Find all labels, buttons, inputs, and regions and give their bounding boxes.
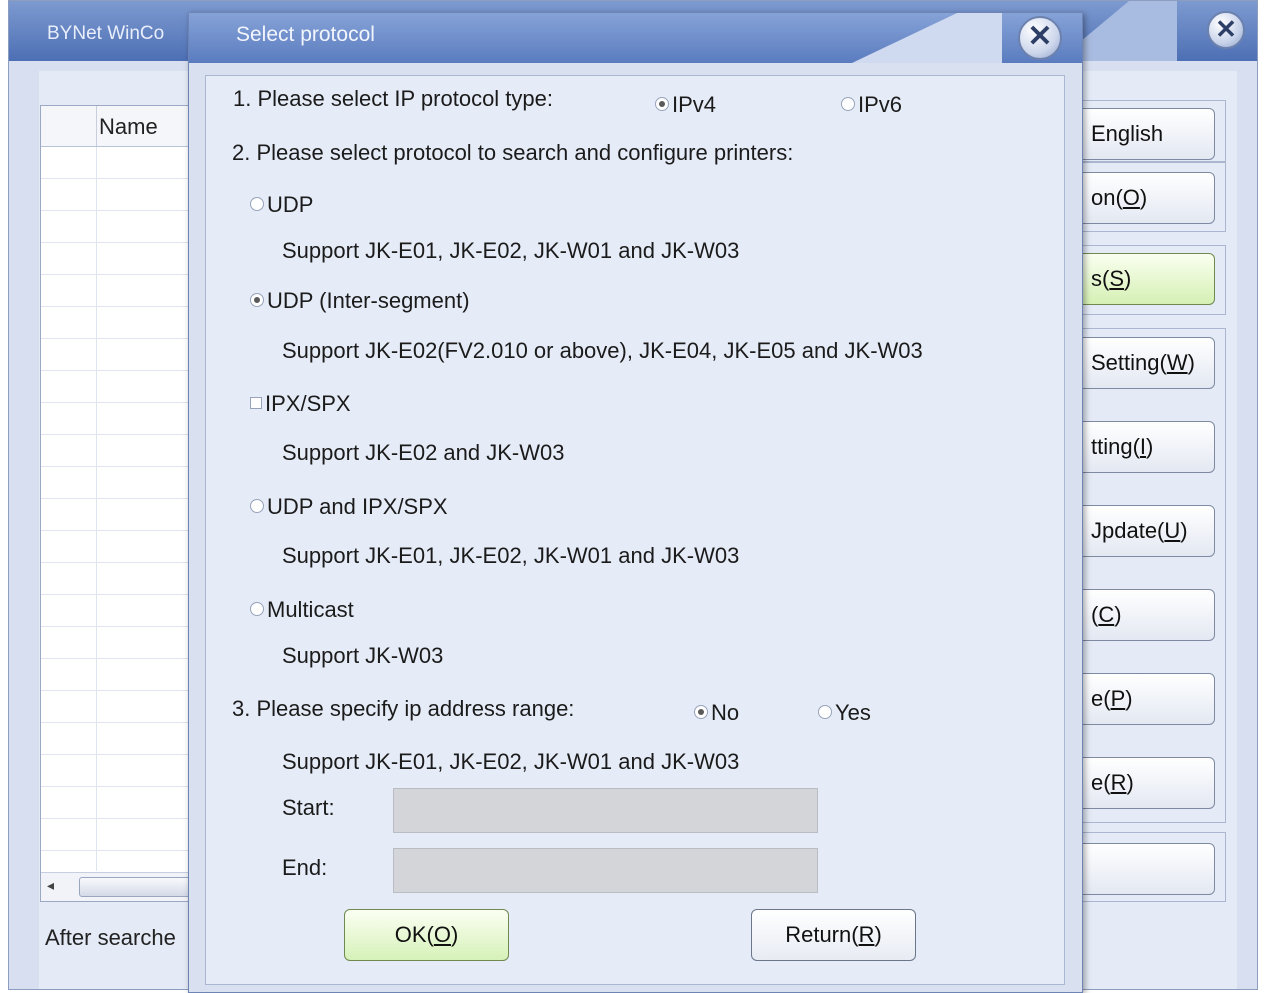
- multicast-radio[interactable]: Multicast: [250, 597, 354, 623]
- ipv6-radio[interactable]: IPv6: [841, 92, 902, 118]
- ok-button[interactable]: OK(O): [344, 909, 509, 961]
- column-header-name[interactable]: Name: [99, 114, 158, 140]
- side-group: [1062, 328, 1226, 823]
- scroll-thumb[interactable]: [79, 877, 191, 897]
- range-no-radio[interactable]: No: [694, 700, 739, 726]
- step2-label: 2. Please select protocol to search and …: [232, 140, 794, 165]
- side-button-wireless-setting[interactable]: Setting(W): [1070, 337, 1215, 389]
- ipx-spx-support-text: Support JK-E02 and JK-W03: [282, 440, 565, 465]
- list-header: Name: [41, 106, 196, 147]
- radio-selected-icon[interactable]: [655, 97, 669, 112]
- scroll-left-icon[interactable]: ◂: [47, 877, 54, 894]
- udp-inter-segment-radio[interactable]: UDP (Inter-segment): [250, 288, 470, 314]
- multicast-support-text: Support JK-W03: [282, 643, 444, 668]
- horizontal-scrollbar[interactable]: ◂: [41, 872, 196, 901]
- radio-icon[interactable]: [841, 97, 855, 112]
- end-label: End:: [282, 855, 328, 880]
- side-button-option[interactable]: on(O): [1070, 172, 1215, 224]
- printer-list[interactable]: Name ◂: [40, 105, 197, 902]
- side-button-p[interactable]: e(P): [1070, 673, 1215, 725]
- radio-selected-icon[interactable]: [250, 293, 264, 308]
- udp-inter-segment-support-text: Support JK-E02(FV2.010 or above), JK-E04…: [282, 338, 923, 363]
- step1-label: 1. Please select IP protocol type:: [233, 86, 553, 111]
- udp-and-ipx-radio[interactable]: UDP and IPX/SPX: [250, 494, 448, 520]
- list-rows: [41, 147, 196, 871]
- checkbox-icon[interactable]: [250, 397, 262, 410]
- range-support-text: Support JK-E01, JK-E02, JK-W01 and JK-W0…: [282, 749, 740, 774]
- side-button-ip-setting[interactable]: tting(I): [1070, 421, 1215, 473]
- step3-label: 3. Please specify ip address range:: [232, 696, 575, 721]
- side-button-update[interactable]: Jpdate(U): [1070, 505, 1215, 557]
- side-button-c[interactable]: (C): [1070, 589, 1215, 641]
- ipx-spx-checkbox[interactable]: IPX/SPX: [250, 391, 351, 417]
- side-button-r[interactable]: e(R): [1070, 757, 1215, 809]
- range-yes-radio[interactable]: Yes: [818, 700, 871, 726]
- udp-support-text: Support JK-E01, JK-E02, JK-W01 and JK-W0…: [282, 238, 740, 263]
- udp-and-ipx-support-text: Support JK-E01, JK-E02, JK-W01 and JK-W0…: [282, 543, 740, 568]
- start-label: Start:: [282, 795, 335, 820]
- radio-icon[interactable]: [818, 705, 832, 720]
- radio-icon[interactable]: [250, 197, 264, 212]
- end-ip-field[interactable]: [393, 848, 818, 893]
- side-button-blank[interactable]: [1070, 843, 1215, 895]
- side-button-search[interactable]: s(S): [1070, 253, 1215, 305]
- side-button-language[interactable]: English: [1070, 108, 1215, 160]
- status-text: After searche: [45, 925, 176, 950]
- start-ip-field[interactable]: [393, 788, 818, 833]
- radio-selected-icon[interactable]: [694, 705, 708, 720]
- dialog-close-icon[interactable]: ✕: [1018, 16, 1062, 60]
- dialog-titlebar: Select protocol ✕: [189, 13, 1082, 63]
- dialog-title: Select protocol: [236, 23, 375, 46]
- return-button[interactable]: Return(R): [751, 909, 916, 961]
- main-close-icon[interactable]: ✕: [1207, 11, 1245, 49]
- radio-icon[interactable]: [250, 499, 264, 514]
- udp-radio[interactable]: UDP: [250, 192, 313, 218]
- ipv4-radio[interactable]: IPv4: [655, 92, 716, 118]
- main-window-title: BYNet WinCo: [47, 23, 165, 44]
- radio-icon[interactable]: [250, 602, 264, 617]
